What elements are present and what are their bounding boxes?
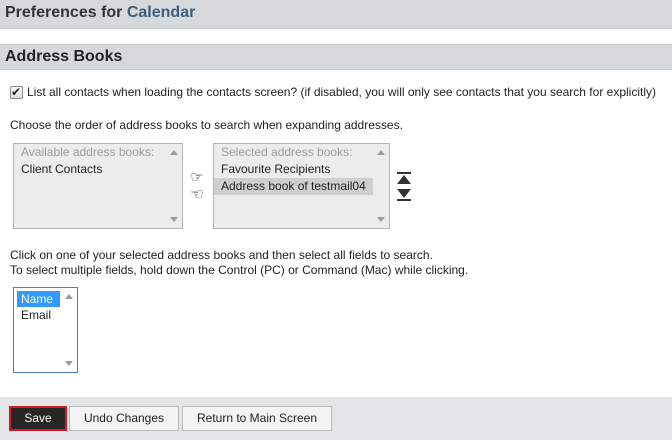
list-item-selected[interactable]: Name bbox=[17, 291, 60, 307]
selected-books-header: Selected address books: bbox=[221, 145, 353, 159]
field-instructions-line1: Click on one of your selected address bo… bbox=[10, 248, 433, 262]
field-instructions-line2: To select multiple fields, hold down the… bbox=[10, 263, 469, 277]
list-item-selected[interactable]: Address book of testmail04 bbox=[214, 178, 373, 195]
list-item[interactable]: Email bbox=[17, 307, 60, 323]
selected-address-books-list[interactable]: Selected address books: Favourite Recipi… bbox=[213, 143, 390, 229]
checkmark-icon: ✔ bbox=[11, 84, 22, 99]
scroll-up-icon[interactable] bbox=[377, 150, 385, 155]
list-all-contacts-row[interactable]: ✔ List all contacts when loading the con… bbox=[10, 84, 656, 100]
list-item[interactable]: Favourite Recipients bbox=[214, 161, 389, 178]
page-title-app: Calendar bbox=[126, 4, 196, 21]
save-button[interactable]: Save bbox=[9, 406, 67, 431]
scroll-down-icon[interactable] bbox=[65, 361, 73, 366]
footer-bar: Save Undo Changes Return to Main Screen bbox=[0, 397, 672, 440]
scrollbar[interactable] bbox=[166, 144, 182, 228]
page-header: Preferences for Calendar bbox=[0, 0, 672, 29]
available-address-books-list[interactable]: Available address books: Client Contacts bbox=[13, 143, 183, 229]
available-books-header: Available address books: bbox=[21, 145, 155, 159]
scrollbar[interactable] bbox=[373, 144, 389, 228]
hand-left-icon: ☜ bbox=[190, 186, 204, 203]
page-title-prefix: Preferences for bbox=[5, 4, 123, 21]
scroll-up-icon[interactable] bbox=[170, 150, 178, 155]
scroll-down-icon[interactable] bbox=[170, 217, 178, 222]
move-to-bottom-icon bbox=[397, 199, 411, 201]
search-fields-list[interactable]: Name Email bbox=[13, 287, 78, 373]
scrollbar[interactable] bbox=[61, 288, 77, 372]
undo-changes-button[interactable]: Undo Changes bbox=[69, 406, 179, 431]
order-instructions: Choose the order of address books to sea… bbox=[10, 118, 403, 132]
move-to-top-icon bbox=[397, 172, 411, 174]
triangle-up-icon bbox=[397, 175, 411, 184]
triangle-down-icon bbox=[397, 189, 411, 198]
add-book-button[interactable]: ☞ bbox=[186, 170, 208, 186]
scroll-up-icon[interactable] bbox=[65, 294, 73, 299]
remove-book-button[interactable]: ☜ bbox=[186, 187, 208, 203]
move-to-bottom-button[interactable] bbox=[396, 187, 412, 203]
return-to-main-button[interactable]: Return to Main Screen bbox=[182, 406, 332, 431]
list-all-contacts-checkbox[interactable]: ✔ bbox=[10, 84, 23, 99]
hand-right-icon: ☞ bbox=[190, 169, 204, 186]
section-title: Address Books bbox=[5, 48, 123, 65]
section-header: Address Books bbox=[0, 44, 672, 70]
scroll-down-icon[interactable] bbox=[377, 217, 385, 222]
list-item[interactable]: Client Contacts bbox=[14, 161, 182, 178]
page-title: Preferences for Calendar bbox=[5, 4, 195, 22]
list-all-contacts-label[interactable]: List all contacts when loading the conta… bbox=[27, 85, 656, 99]
move-to-top-button[interactable] bbox=[396, 170, 412, 186]
